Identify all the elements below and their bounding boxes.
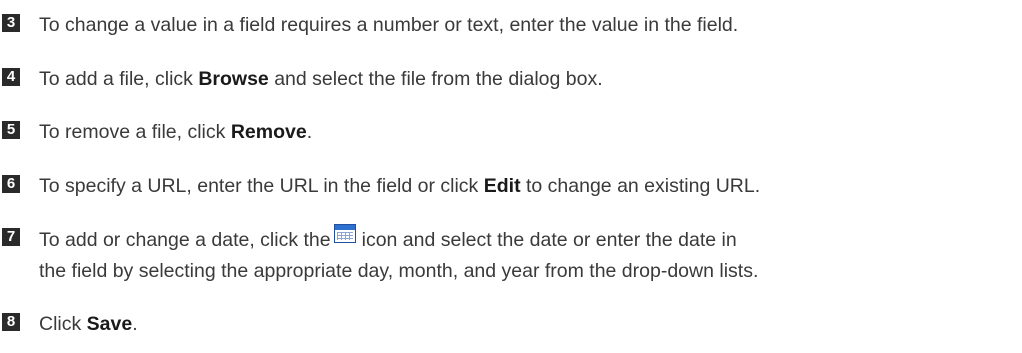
step-text-part: to change an existing URL. xyxy=(520,175,761,197)
step-text-part: To add or change a date, click the xyxy=(39,229,331,251)
step-text-part: the field by selecting the appropriate d… xyxy=(39,260,759,282)
step-text-part: To remove a file, click xyxy=(39,121,231,143)
step-3: 3 To change a value in a field requires … xyxy=(0,10,738,41)
calendar-icon xyxy=(333,224,356,243)
step-number-badge: 5 xyxy=(2,121,20,139)
step-number-badge: 8 xyxy=(2,313,20,331)
step-5: 5 To remove a file, click Remove. xyxy=(0,117,312,148)
step-text-part: and select the file from the dialog box. xyxy=(268,68,603,90)
step-text: To add a file, click Browse and select t… xyxy=(39,64,603,95)
step-text-line: the field by selecting the appropriate d… xyxy=(39,256,758,287)
step-text-part: icon and select the date or enter the da… xyxy=(361,229,737,251)
step-text-part: To add a file, click xyxy=(39,68,199,90)
edit-label: Edit xyxy=(483,175,521,197)
step-text: To specify a URL, enter the URL in the f… xyxy=(39,171,760,202)
save-label: Save xyxy=(86,313,133,335)
remove-label: Remove xyxy=(230,121,307,143)
step-4: 4 To add a file, click Browse and select… xyxy=(0,64,603,95)
step-text-part: . xyxy=(306,121,313,143)
step-6: 6 To specify a URL, enter the URL in the… xyxy=(0,171,760,202)
instruction-steps: 3 To change a value in a field requires … xyxy=(0,0,1022,353)
step-text-line: To add or change a date, click the icon a… xyxy=(39,224,758,256)
step-text: To change a value in a field requires a … xyxy=(39,10,738,41)
step-text: Click Save. xyxy=(39,309,138,340)
step-7: 7 To add or change a date, click the icon… xyxy=(0,224,758,287)
step-text-part: To change a value in a field requires a … xyxy=(39,14,739,36)
step-text-part: . xyxy=(132,313,138,335)
step-number-badge: 7 xyxy=(2,228,20,246)
step-text-part: Click xyxy=(39,313,87,335)
step-8: 8 Click Save. xyxy=(0,309,138,340)
step-number-badge: 3 xyxy=(2,14,20,32)
step-text: To add or change a date, click the icon a… xyxy=(39,224,758,287)
browse-label: Browse xyxy=(198,68,269,90)
step-number-badge: 6 xyxy=(2,175,20,193)
step-number-badge: 4 xyxy=(2,68,20,86)
step-text: To remove a file, click Remove. xyxy=(39,117,312,148)
step-text-part: To specify a URL, enter the URL in the f… xyxy=(39,175,484,197)
